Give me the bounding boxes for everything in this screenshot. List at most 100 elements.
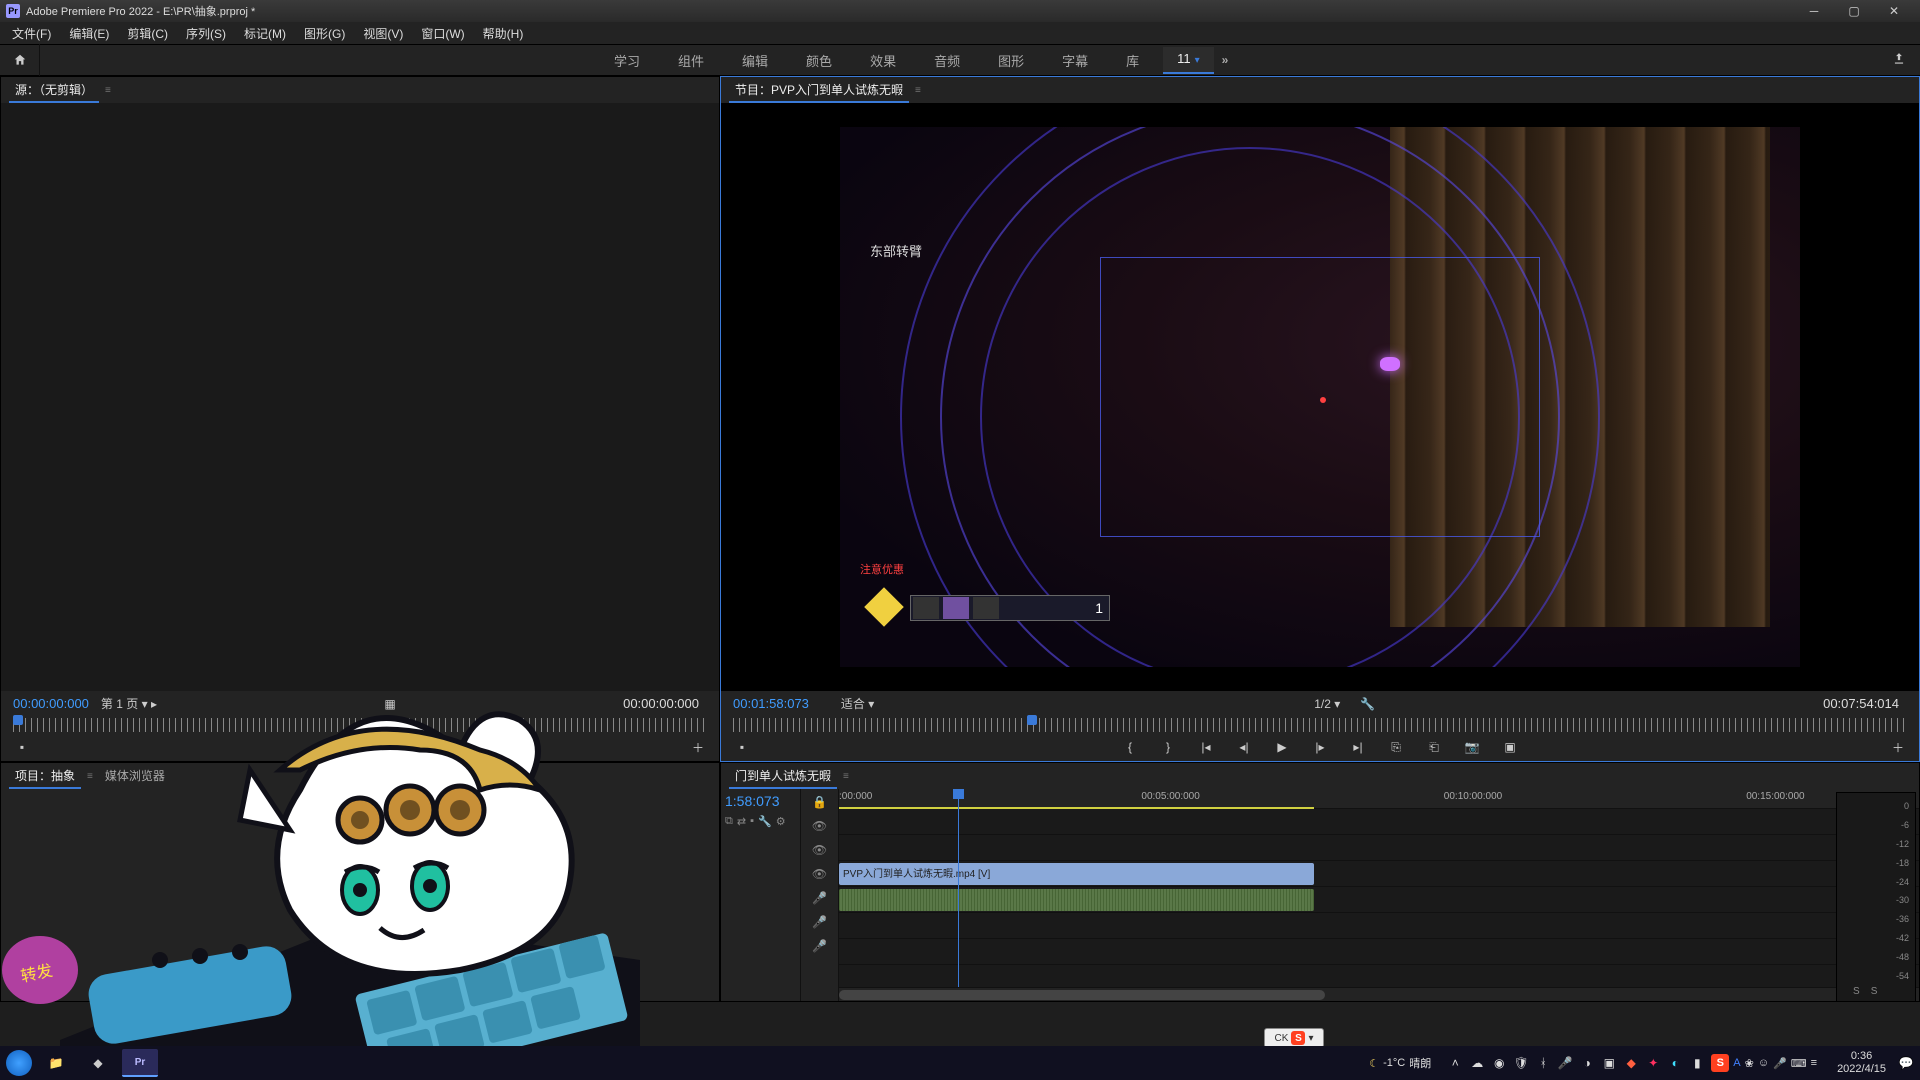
menu-view[interactable]: 视图(V)	[355, 23, 411, 44]
source-tc-in[interactable]: 00:00:00:000	[13, 696, 89, 711]
marker-icon[interactable]: ▪	[750, 815, 754, 828]
prog-step-back[interactable]: ◂|	[1235, 738, 1253, 756]
tray-bluetooth-icon[interactable]: ᚼ	[1535, 1055, 1551, 1071]
media-browser-tab[interactable]: 媒体浏览器	[99, 764, 171, 789]
track-toggle-v1[interactable]: 👁	[812, 867, 827, 881]
track-v2[interactable]	[839, 835, 1919, 861]
ime-toolbar[interactable]: S A ❀ ☺ 🎤 ⌨ ≡	[1711, 1054, 1817, 1072]
timeline-playhead[interactable]	[958, 789, 959, 1001]
tray-chevron-icon[interactable]: ˄	[1447, 1055, 1463, 1071]
menu-graphics[interactable]: 图形(G)	[296, 23, 353, 44]
track-toggle-v3[interactable]: 👁	[812, 819, 827, 833]
tray-notifications-icon[interactable]: 💬	[1898, 1055, 1914, 1071]
track-toggle-a2[interactable]: 🎤	[812, 915, 827, 929]
prog-go-out[interactable]: ▸|	[1349, 738, 1367, 756]
ws-graphics[interactable]: 图形	[984, 47, 1038, 74]
task-premiere[interactable]: Pr	[122, 1049, 158, 1077]
tray-app2-icon[interactable]: ▣	[1601, 1055, 1617, 1071]
menu-sequence[interactable]: 序列(S)	[178, 23, 234, 44]
prog-export-frame[interactable]: 📷	[1463, 738, 1481, 756]
tray-steam-icon[interactable]: ◑	[1579, 1055, 1595, 1071]
timeline-zoom-bar[interactable]	[839, 987, 1919, 1001]
task-explorer[interactable]: 📁	[38, 1049, 74, 1077]
video-clip[interactable]: PVP入门到单人试炼无暇.mp4 [V]	[839, 863, 1314, 885]
ws-learn[interactable]: 学习	[600, 47, 654, 74]
ws-color[interactable]: 颜色	[792, 47, 846, 74]
prog-mark-out[interactable]: }	[1159, 738, 1177, 756]
program-resolution-select[interactable]: 1/2 ▾	[1314, 697, 1340, 711]
home-button[interactable]	[0, 44, 40, 76]
source-btn-plus[interactable]: ＋	[689, 738, 707, 756]
source-tab[interactable]: 源：（无剪辑）	[9, 78, 99, 103]
prog-compare[interactable]: ▣	[1501, 738, 1519, 756]
tray-app4-icon[interactable]: ✦	[1645, 1055, 1661, 1071]
task-app[interactable]: ◆	[80, 1049, 116, 1077]
zoom-handle[interactable]	[839, 990, 1325, 1000]
ime-keyboard-icon[interactable]: ⌨	[1791, 1057, 1807, 1070]
ime-mic-icon[interactable]: 🎤	[1773, 1057, 1787, 1070]
source-page-select[interactable]: 第 1 页 ▾ ▸	[101, 695, 157, 712]
panel-menu-icon[interactable]: ≡	[843, 771, 849, 782]
close-button[interactable]: ✕	[1874, 0, 1914, 22]
ws-overflow[interactable]: »	[1222, 53, 1229, 67]
timeline-tracks[interactable]: :00:000 00:05:00:000 00:10:00:000 00:15:…	[839, 789, 1919, 1001]
prog-play[interactable]: ▶	[1273, 738, 1291, 756]
source-mark-out[interactable]: }	[370, 738, 388, 756]
program-scrubber[interactable]	[733, 718, 1907, 732]
ime-lang-icon[interactable]: A	[1733, 1057, 1740, 1069]
panel-menu-icon[interactable]: ≡	[87, 771, 93, 782]
track-a2[interactable]	[839, 913, 1919, 939]
maximize-button[interactable]: ▢	[1834, 0, 1874, 22]
prog-btn-plus[interactable]: ＋	[1889, 738, 1907, 756]
ws-assembly[interactable]: 组件	[664, 47, 718, 74]
playhead-icon[interactable]	[1027, 715, 1037, 725]
program-settings-icon[interactable]: 🔧	[1360, 697, 1375, 711]
timeline-ruler[interactable]: :00:000 00:05:00:000 00:10:00:000 00:15:…	[839, 789, 1919, 809]
minimize-button[interactable]: ─	[1794, 0, 1834, 22]
snap-icon[interactable]: ⧉	[725, 815, 733, 828]
prog-mark-in[interactable]: {	[1121, 738, 1139, 756]
track-v1[interactable]: PVP入门到单人试炼无暇.mp4 [V]	[839, 861, 1919, 887]
timeline-sequence-tab[interactable]: 门到单人试炼无暇	[729, 764, 837, 789]
playhead-icon[interactable]	[13, 715, 23, 725]
prog-step-fwd[interactable]: |▸	[1311, 738, 1329, 756]
ws-captions[interactable]: 字幕	[1048, 47, 1102, 74]
ime-candidate-popup[interactable]: CK S ▾	[1264, 1028, 1324, 1048]
tray-onedrive-icon[interactable]: ☁	[1469, 1055, 1485, 1071]
project-tab[interactable]: 项目：抽象	[9, 764, 81, 789]
ws-effects[interactable]: 效果	[856, 47, 910, 74]
tray-app3-icon[interactable]: ◆	[1623, 1055, 1639, 1071]
track-a1[interactable]	[839, 887, 1919, 913]
source-mark-in[interactable]: {	[332, 738, 350, 756]
track-a3[interactable]	[839, 939, 1919, 965]
source-viewer[interactable]	[1, 103, 719, 691]
ws-libraries[interactable]: 库	[1112, 47, 1153, 74]
settings-icon[interactable]: ⚙	[776, 815, 786, 828]
ws-audio[interactable]: 音频	[920, 47, 974, 74]
menu-edit[interactable]: 编辑(E)	[61, 23, 117, 44]
taskbar-clock[interactable]: 0:36 2022/4/15	[1831, 1050, 1892, 1075]
tray-app-icon[interactable]: ◉	[1491, 1055, 1507, 1071]
panel-menu-icon[interactable]: ≡	[105, 85, 111, 96]
tray-mic-icon[interactable]: 🎤	[1557, 1055, 1573, 1071]
track-v3[interactable]	[839, 809, 1919, 835]
ime-punct-icon[interactable]: ❀	[1745, 1057, 1754, 1070]
ime-face-icon[interactable]: ☺	[1758, 1057, 1769, 1069]
source-scrubber[interactable]	[13, 718, 707, 732]
ws-editing[interactable]: 编辑	[728, 47, 782, 74]
menu-file[interactable]: 文件(F)	[4, 23, 59, 44]
prog-lift[interactable]: ⎘	[1387, 738, 1405, 756]
menu-window[interactable]: 窗口(W)	[413, 23, 472, 44]
ws-custom11[interactable]: 11	[1163, 47, 1214, 74]
start-button[interactable]	[6, 1050, 32, 1076]
tray-shield-icon[interactable]: 🛡	[1513, 1055, 1529, 1071]
program-zoom-select[interactable]: 适合 ▾	[841, 695, 874, 712]
panel-menu-icon[interactable]: ≡	[915, 85, 921, 96]
ime-menu-icon[interactable]: ≡	[1811, 1057, 1817, 1069]
menu-clip[interactable]: 剪辑(C)	[119, 23, 176, 44]
share-button[interactable]	[1892, 52, 1906, 69]
track-lock-icon[interactable]: 🔒	[812, 795, 827, 809]
ime-dropdown-icon[interactable]: ▾	[1308, 1033, 1313, 1044]
timeline-tc[interactable]: 1:58:073	[725, 793, 796, 809]
menu-help[interactable]: 帮助(H)	[475, 23, 532, 44]
